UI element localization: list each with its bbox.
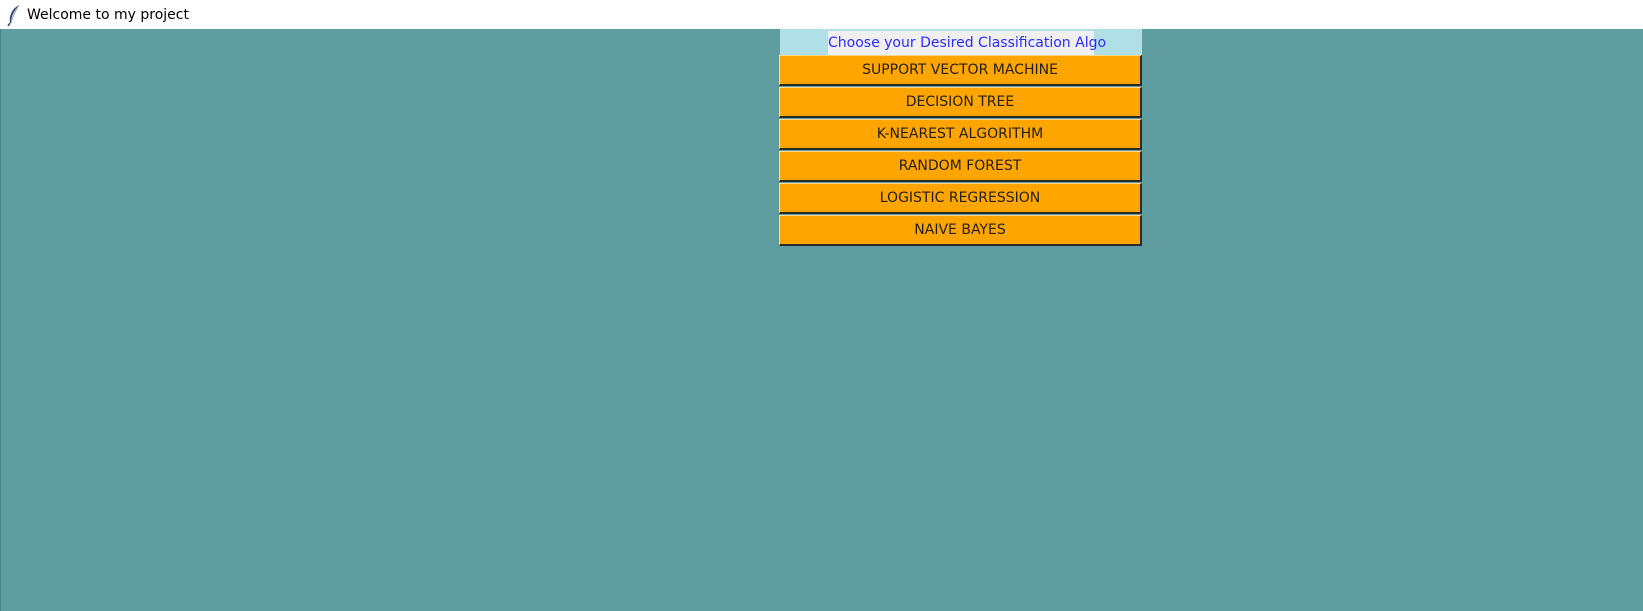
window-title: Welcome to my project	[27, 6, 189, 23]
logistic-regression-button[interactable]: LOGISTIC REGRESSION	[779, 183, 1142, 214]
header-label: Choose your Desired Classification Algo	[828, 31, 1106, 55]
svm-button[interactable]: SUPPORT VECTOR MACHINE	[779, 55, 1142, 86]
naive-bayes-button[interactable]: NAIVE BAYES	[779, 215, 1142, 246]
main-canvas: Choose your Desired Classification Algo …	[0, 29, 1643, 611]
header-frame: Choose your Desired Classification Algo	[780, 29, 1142, 55]
decision-tree-button[interactable]: DECISION TREE	[779, 87, 1142, 118]
app-window: Welcome to my project Choose your Desire…	[0, 0, 1643, 611]
random-forest-button[interactable]: RANDOM FOREST	[779, 151, 1142, 182]
algorithm-button-list: SUPPORT VECTOR MACHINE DECISION TREE K-N…	[779, 55, 1142, 247]
feather-icon	[4, 4, 24, 26]
title-bar[interactable]: Welcome to my project	[0, 0, 1643, 29]
knn-button[interactable]: K-NEAREST ALGORITHM	[779, 119, 1142, 150]
